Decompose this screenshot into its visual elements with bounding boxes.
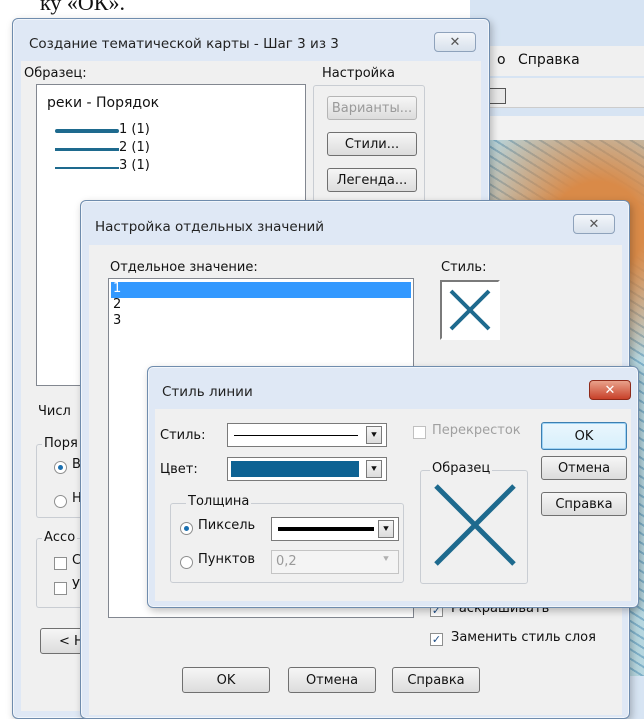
assoc-group-label: Ассо — [42, 530, 78, 545]
thickness-group-label: Толщина — [186, 494, 252, 509]
legend-line-1 — [55, 129, 119, 133]
sample-label: Образец: — [24, 66, 87, 81]
style-preview-button[interactable] — [440, 280, 500, 340]
dropdown-arrow-icon[interactable]: ⯆ — [378, 520, 394, 538]
line-color-label: Цвет: — [160, 462, 198, 477]
wizard-title: Создание тематической карты - Шаг 3 из 3 — [29, 36, 339, 52]
line-color-combo[interactable]: ⯆ — [227, 457, 387, 481]
menu-item-fragment[interactable]: о — [497, 52, 506, 68]
settings-group-label: Настройка — [320, 66, 397, 81]
value-list-item-3[interactable]: 3 — [113, 313, 121, 328]
line-style-ok-button[interactable]: OK — [541, 422, 627, 450]
points-option-label: Пунктов — [198, 552, 256, 567]
replace-style-label: Заменить стиль слоя — [451, 630, 596, 645]
line-style-dialog-title: Стиль линии — [162, 384, 253, 400]
close-icon: ✕ — [588, 216, 600, 232]
crossover-label: Перекресток — [432, 423, 521, 438]
legend-item-1: 1 (1) — [119, 122, 150, 137]
points-width-value: 0,2 — [276, 554, 297, 569]
line-style-close-button[interactable]: ✕ — [589, 380, 631, 400]
map-ruler-strip — [490, 116, 644, 140]
line-style-x-icon — [449, 289, 491, 331]
variants-button[interactable]: Варианты... — [327, 96, 417, 120]
order-group-label: Поря — [42, 436, 80, 451]
crossover-checkbox[interactable] — [413, 426, 426, 439]
pixel-width-sample — [278, 527, 374, 531]
count-label: Числ — [38, 404, 71, 419]
order-radio-1[interactable] — [54, 461, 67, 474]
legend-button[interactable]: Легенда... — [327, 168, 417, 192]
assoc-option-2-label: У — [72, 578, 80, 593]
wizard-close-button[interactable]: ✕ — [434, 32, 476, 52]
dropdown-arrow-icon[interactable]: ⯆ — [366, 460, 382, 478]
values-help-button[interactable]: Справка — [392, 667, 480, 693]
line-sample-x-icon — [434, 484, 516, 566]
assoc-checkbox-2[interactable] — [54, 582, 67, 595]
line-color-swatch — [231, 461, 359, 477]
assoc-checkbox-1[interactable] — [54, 557, 67, 570]
menu-item-help[interactable]: Справка — [518, 52, 580, 68]
points-radio[interactable] — [180, 556, 193, 569]
pixel-width-combo[interactable]: ⯆ — [271, 517, 399, 541]
value-list-item-1[interactable]: 1 — [113, 281, 121, 296]
pixel-option-label: Пиксель — [198, 518, 256, 533]
value-list-label: Отдельное значение: — [110, 260, 258, 275]
document-caption-fragment: ку «ОК». — [40, 0, 125, 15]
legend-item-3: 3 (1) — [119, 158, 150, 173]
values-dialog-close-button[interactable]: ✕ — [573, 214, 615, 234]
values-ok-button[interactable]: OK — [182, 667, 270, 693]
checkmark-icon: ✓ — [431, 633, 442, 646]
style-label: Стиль: — [441, 260, 487, 275]
value-list-selection — [111, 282, 411, 298]
close-icon: ✕ — [449, 34, 461, 50]
close-icon: ✕ — [604, 382, 616, 398]
dropdown-arrow-icon[interactable]: ⯆ — [382, 554, 390, 565]
sample-layer-name: реки - Порядок — [47, 95, 160, 111]
values-dialog-title: Настройка отдельных значений — [95, 219, 325, 235]
line-style-sample — [234, 435, 358, 436]
styles-button[interactable]: Стили... — [327, 132, 417, 156]
sample-group-label: Образец — [430, 461, 493, 476]
line-style-help-button[interactable]: Справка — [541, 492, 627, 516]
legend-line-3 — [55, 167, 119, 169]
dropdown-arrow-icon[interactable]: ⯆ — [366, 426, 382, 444]
values-cancel-button[interactable]: Отмена — [288, 667, 376, 693]
line-style-label: Стиль: — [160, 428, 206, 443]
legend-item-2: 2 (1) — [119, 140, 150, 155]
line-style-combo[interactable]: ⯆ — [227, 423, 387, 447]
points-width-field[interactable]: 0,2 ⯆ — [271, 550, 399, 574]
pixel-radio[interactable] — [180, 522, 193, 535]
line-style-cancel-button[interactable]: Отмена — [541, 456, 627, 480]
replace-style-checkbox[interactable]: ✓ — [430, 633, 443, 646]
order-radio-2[interactable] — [54, 495, 67, 508]
legend-line-2 — [55, 148, 119, 151]
value-list-item-2[interactable]: 2 — [113, 297, 121, 312]
